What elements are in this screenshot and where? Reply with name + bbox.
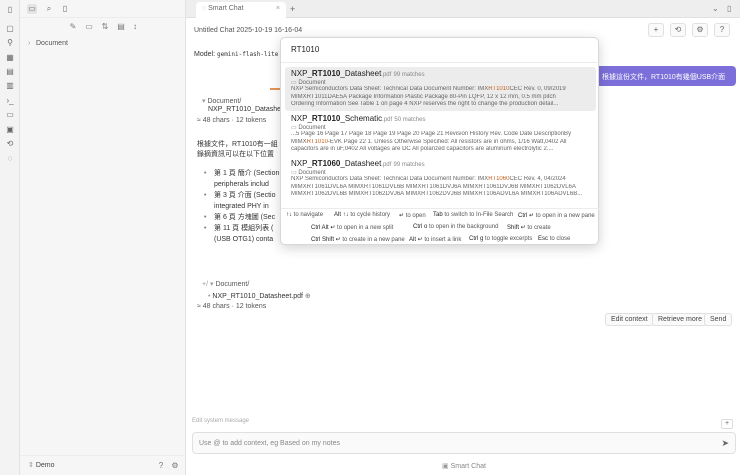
new-chat-button[interactable]: +	[648, 23, 664, 37]
sort-icon[interactable]: ⇅	[100, 22, 110, 32]
search-icon[interactable]: ⌕	[44, 4, 54, 14]
footer-label: ▣ Smart Chat	[442, 463, 486, 470]
keyboard-hint: Ctrl Shift ↵ to create in a new pane	[311, 237, 405, 243]
keyboard-hint: Alt ↑↓ to cycle history	[334, 212, 391, 218]
new-tab-icon[interactable]: +	[290, 4, 295, 14]
divider	[281, 208, 600, 209]
settings-button[interactable]: ⚙	[692, 23, 708, 37]
retrieve-more-button[interactable]: Retrieve more	[652, 313, 708, 326]
bookmark-icon[interactable]: ▯	[60, 4, 70, 14]
keyboard-hint: Ctrl ↵ to open in a new pane	[518, 213, 595, 219]
search-result[interactable]: NXP_RT1010_Datasheet.pdf 99 matches ▭ Do…	[285, 67, 596, 111]
settings-icon[interactable]: ⚙	[170, 461, 180, 471]
system-message-field[interactable]: Edit system message	[192, 418, 249, 424]
sidebar: ▭ ⌕ ▯ ✎ ▭ ⇅ ▤ ↕ › Document ⇕ Demo ? ⚙	[20, 0, 186, 475]
files-icon[interactable]: ▢	[5, 24, 15, 34]
tab-smart-chat[interactable]: ◌ Smart Chat ×	[196, 2, 286, 18]
chat-title[interactable]: Untitled Chat 2025-10-19 16-16-04	[194, 27, 302, 34]
history-button[interactable]: ⟲	[670, 23, 686, 37]
publish-icon[interactable]: ◌	[5, 154, 15, 164]
cursor-icon: ⊕	[304, 293, 311, 300]
help-icon[interactable]: ?	[156, 461, 166, 471]
new-folder-icon[interactable]: ▭	[84, 22, 94, 32]
keyboard-hint: ↵ to open	[399, 213, 426, 219]
folder-icon[interactable]: ▭	[27, 4, 37, 14]
help-button[interactable]: ?	[714, 23, 730, 37]
chevron-updown-icon: ⇕	[28, 462, 36, 469]
terminal-icon[interactable]: ›_	[5, 96, 15, 106]
model-name: gemini-flash-lite	[216, 51, 279, 58]
folder-item-document[interactable]: › Document	[28, 40, 68, 47]
keyboard-hint: Ctrl g to toggle excerpts	[469, 236, 533, 242]
calendar-icon[interactable]: ▤	[5, 67, 15, 77]
model-line: Model: gemini-flash-lite	[194, 51, 279, 58]
add-context-button[interactable]: +	[721, 419, 733, 429]
divider	[281, 62, 600, 63]
pages-icon[interactable]: ▭	[5, 110, 15, 120]
graph-icon[interactable]: ⚲	[5, 38, 15, 48]
ribbon: ▯ ▢ ⚲ ▦ ▤ ▥ ›_ ▭ ▣ ⟲ ◌	[0, 0, 20, 475]
close-icon[interactable]: ×	[276, 5, 280, 12]
search-input[interactable]: RT1010	[291, 45, 319, 54]
chat-icon: ▣	[442, 463, 451, 470]
context-folder: ▾ Document/	[202, 98, 242, 105]
edit-context-button[interactable]: Edit context	[605, 313, 654, 326]
keyboard-hint: Tab to switch to In-File Search	[433, 212, 514, 218]
context-folder-2: +/ ▾ Document/	[202, 281, 250, 288]
composer-input[interactable]: Use @ to add context, eg Based on my not…	[199, 440, 340, 447]
expand-icon[interactable]: ↕	[130, 22, 140, 32]
keyboard-hint: Ctrl Alt ↵ to open in a new split	[311, 225, 394, 231]
grid-icon[interactable]: ▦	[5, 53, 15, 63]
user-message: 根據這份文件，RT1010有幾個USB介面	[596, 66, 736, 86]
chevron-down-icon[interactable]: ⌄	[712, 4, 719, 13]
collapse-icon[interactable]: ▤	[116, 22, 126, 32]
keyboard-hint: Esc to close	[538, 236, 571, 242]
sidebar-toggle-icon[interactable]: ▯	[5, 5, 15, 15]
keyboard-hint: ↑↓ to navigate	[286, 212, 324, 218]
send-icon[interactable]: ➤	[721, 438, 729, 449]
chat-icon[interactable]: ▣	[5, 125, 15, 135]
search-result[interactable]: NXP_RT1060_Datasheet.pdf 99 matches ▭ Do…	[285, 157, 596, 201]
token-count: ≈ 48 chars · 12 tokens	[197, 117, 267, 124]
sidebar-tabs: ▭ ⌕ ▯	[20, 0, 186, 18]
context-file[interactable]: NXP_RT1010_Datasheet	[208, 106, 287, 113]
tab-bar: ◌ Smart Chat × + ⌄ ▯	[186, 0, 740, 18]
composer[interactable]: Use @ to add context, eg Based on my not…	[192, 432, 736, 454]
context-file-2[interactable]: • NXP_RT1010_Datasheet.pdf ⊕	[208, 292, 311, 300]
send-button-top[interactable]: Send	[704, 313, 733, 326]
token-count-2: ≈ 48 chars · 12 tokens	[197, 303, 267, 310]
new-note-icon[interactable]: ✎	[68, 22, 78, 32]
chevron-right-icon: ›	[28, 40, 31, 47]
keyboard-hint: Shift ↵ to create	[507, 225, 551, 231]
folder-label: Document	[36, 40, 68, 47]
keyboard-hint: Ctrl o to open in the background	[413, 224, 499, 230]
right-sidebar-icon[interactable]: ▯	[727, 4, 731, 13]
template-icon[interactable]: ▥	[5, 81, 15, 91]
file-toolbar: ✎ ▭ ⇅ ▤ ↕	[20, 22, 186, 34]
history-icon[interactable]: ⟲	[5, 139, 15, 149]
vault-switcher[interactable]: ⇕ Demo	[28, 461, 55, 469]
keyboard-hint: Alt ↵ to insert a link	[409, 237, 462, 243]
search-modal: RT1010 NXP_RT1010_Datasheet.pdf 99 match…	[280, 37, 600, 245]
vault-bar: ⇕ Demo ? ⚙	[20, 455, 186, 475]
search-result[interactable]: NXP_RT1010_Schematic.pdf 50 matches ▭ Do…	[285, 112, 596, 156]
